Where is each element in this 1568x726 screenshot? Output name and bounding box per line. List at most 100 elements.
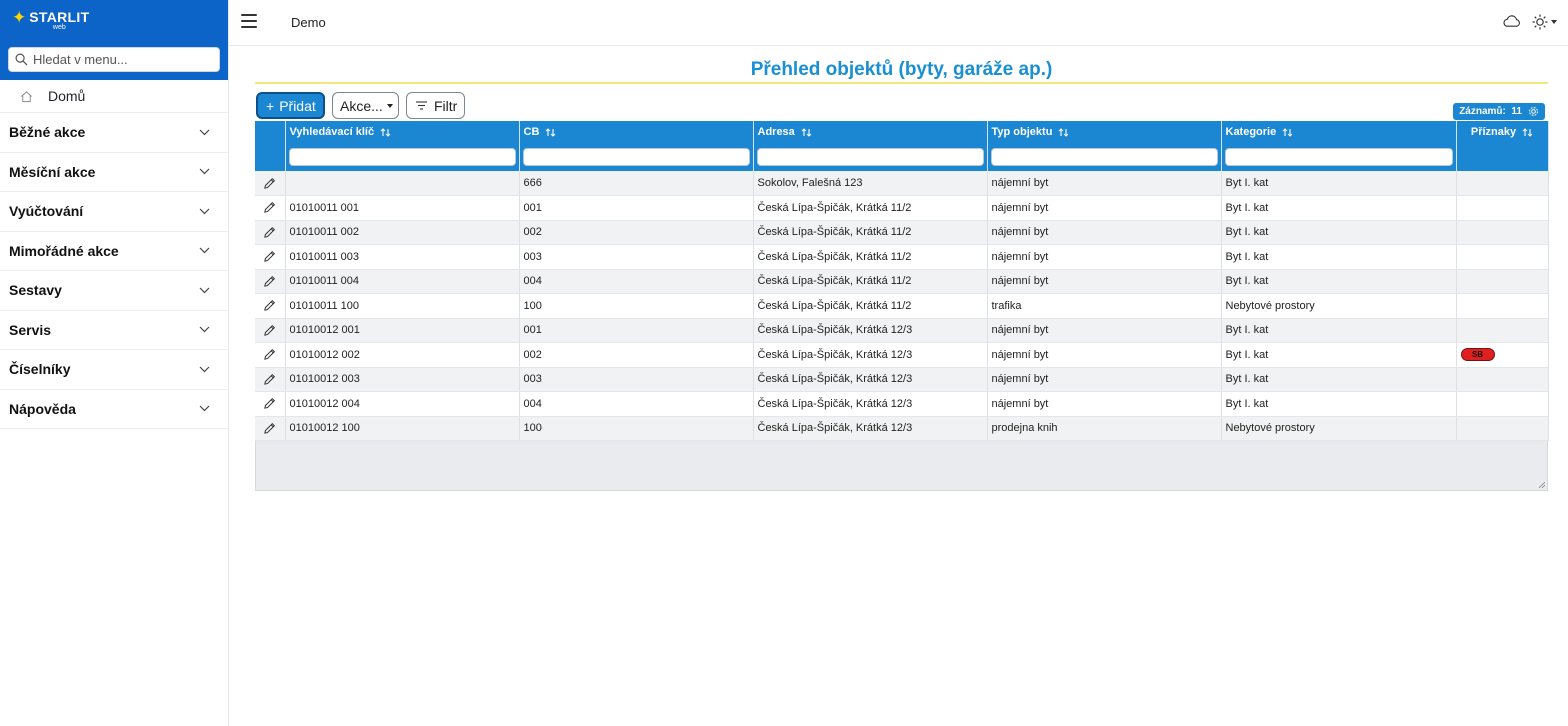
pencil-icon[interactable]	[263, 348, 276, 361]
records-count-badge[interactable]: Záznamů: 11	[1453, 103, 1545, 120]
filter-cell-kategorie	[1221, 145, 1457, 171]
sidebar-item-ciselniky[interactable]: Číselníky	[0, 350, 228, 390]
column-filter-input[interactable]	[522, 147, 750, 166]
sidebar-item-servis[interactable]: Servis	[0, 311, 228, 350]
sort-icon[interactable]	[1522, 127, 1533, 137]
cell-priznaky	[1456, 244, 1549, 270]
cell-adresa: Česká Lípa-Špičák, Krátká 11/2	[753, 269, 988, 294]
table-row[interactable]: 01010011 003 003 Česká Lípa-Špičák, Krátká…	[255, 244, 1549, 270]
sort-icon[interactable]	[1282, 127, 1293, 137]
pencil-icon[interactable]	[263, 422, 276, 435]
actions-dropdown-button[interactable]: Akce...	[332, 92, 399, 119]
chevron-down-icon	[199, 326, 210, 333]
column-header-label: Vyhledávací klíč	[289, 126, 375, 138]
sidebar-item-label: Sestavy	[9, 282, 62, 299]
menu-icon[interactable]	[241, 14, 257, 28]
app-title: Demo	[291, 15, 326, 30]
table-row[interactable]: 01010011 004 004 Česká Lípa-Špičák, Krátká…	[255, 269, 1549, 294]
sidebar-item-vyuctovani[interactable]: Vyúčtování	[0, 192, 228, 232]
sun-icon[interactable]	[1532, 14, 1548, 30]
column-header-priznaky[interactable]: Příznaky	[1456, 121, 1549, 145]
sort-icon[interactable]	[801, 127, 812, 137]
table-row[interactable]: 666 Sokolov, Falešná 123 nájemní byt Byt I.…	[255, 171, 1549, 196]
grid-footer	[255, 441, 1548, 491]
sidebar-item-mimoradne-akce[interactable]: Mimořádné akce	[0, 232, 228, 271]
filter-cell-typ-objektu	[987, 145, 1222, 171]
filter-button[interactable]: Filtr	[406, 92, 465, 119]
chevron-down-icon	[199, 168, 210, 175]
table-row[interactable]: 01010011 002 002 Česká Lípa-Špičák, Krátká…	[255, 220, 1549, 245]
table-row[interactable]: 01010012 100 100 Česká Lípa-Špičák, Krátká…	[255, 416, 1549, 441]
brand-name: STARLIT	[29, 9, 90, 25]
pencil-icon[interactable]	[263, 250, 276, 263]
sort-icon[interactable]	[380, 127, 391, 137]
chevron-down-icon	[199, 129, 210, 136]
table-row[interactable]: 01010011 100 100 Česká Lípa-Špičák, Krátká…	[255, 293, 1549, 319]
sidebar-item-sestavy[interactable]: Sestavy	[0, 271, 228, 311]
table-row[interactable]: 01010012 004 004 Česká Lípa-Špičák, Krátká…	[255, 391, 1549, 417]
cell-adresa: Sokolov, Falešná 123	[753, 171, 988, 196]
filter-row	[255, 145, 1549, 171]
cloud-icon[interactable]	[1502, 14, 1521, 28]
sidebar-item-label: Vyúčtování	[9, 203, 84, 220]
brand-logo[interactable]: ✦ STARLIT web	[0, 0, 228, 40]
cell-typ-objektu: prodejna knih	[987, 416, 1222, 441]
pencil-icon[interactable]	[263, 397, 276, 410]
pencil-icon[interactable]	[263, 177, 276, 190]
edit-cell	[255, 244, 286, 270]
theme-dropdown-caret-icon[interactable]	[1551, 20, 1557, 24]
gear-icon	[1529, 107, 1538, 116]
edit-cell	[255, 342, 286, 368]
sidebar-item-napoveda[interactable]: Nápověda	[0, 390, 228, 429]
column-header-adresa[interactable]: Adresa	[753, 121, 988, 145]
sort-icon[interactable]	[1058, 127, 1069, 137]
column-filter-input[interactable]	[756, 147, 984, 166]
cell-cb: 002	[519, 220, 754, 245]
pencil-icon[interactable]	[263, 324, 276, 337]
chevron-down-icon	[199, 287, 210, 294]
cell-kategorie: Nebytové prostory	[1221, 416, 1457, 441]
table-row[interactable]: 01010012 002 002 Česká Lípa-Špičák, Krátká…	[255, 342, 1549, 368]
filter-cell-priznaky	[1456, 145, 1549, 171]
resize-handle-icon[interactable]	[1539, 482, 1545, 488]
pencil-icon[interactable]	[263, 226, 276, 239]
edit-cell	[255, 391, 286, 417]
cell-kategorie: Byt I. kat	[1221, 342, 1457, 368]
header-row: Vyhledávací klíč CB Adresa Typ objektu Kateg…	[255, 121, 1549, 145]
caret-down-icon	[386, 103, 393, 108]
cell-cb: 003	[519, 244, 754, 270]
cell-vyhledavaci-klic	[285, 171, 520, 196]
pencil-icon[interactable]	[263, 373, 276, 386]
filter-icon	[416, 101, 427, 110]
cell-vyhledavaci-klic: 01010011 003	[285, 244, 520, 270]
cell-cb: 004	[519, 269, 754, 294]
column-header-label: Adresa	[757, 126, 795, 138]
sidebar-item-mesicni-akce[interactable]: Měsíční akce	[0, 153, 228, 192]
cell-kategorie: Byt I. kat	[1221, 269, 1457, 294]
pencil-icon[interactable]	[263, 275, 276, 288]
cell-priznaky	[1456, 195, 1549, 221]
table-row[interactable]: 01010012 003 003 Česká Lípa-Špičák, Krátká…	[255, 367, 1549, 392]
pencil-icon[interactable]	[263, 201, 276, 214]
objects-table: Vyhledávací klíč CB Adresa Typ objektu Kateg…	[255, 121, 1549, 441]
pencil-icon[interactable]	[263, 299, 276, 312]
column-filter-input[interactable]	[288, 147, 516, 166]
sidebar-item-home[interactable]: Domů	[0, 80, 228, 113]
column-header-cb[interactable]: CB	[519, 121, 754, 145]
column-filter-input[interactable]	[990, 147, 1218, 166]
sort-icon[interactable]	[545, 127, 556, 137]
add-button[interactable]: + Přidat	[256, 92, 325, 119]
cell-kategorie: Byt I. kat	[1221, 244, 1457, 270]
column-header-vyhledavaci-klic[interactable]: Vyhledávací klíč	[285, 121, 520, 145]
column-filter-input[interactable]	[1224, 147, 1453, 166]
cell-priznaky: SB	[1456, 342, 1549, 368]
menu-search-input[interactable]	[33, 48, 218, 71]
table-row[interactable]: 01010011 001 001 Česká Lípa-Špičák, Krátká…	[255, 195, 1549, 221]
cell-typ-objektu: nájemní byt	[987, 171, 1222, 196]
cell-vyhledavaci-klic: 01010012 004	[285, 391, 520, 417]
column-header-typ-objektu[interactable]: Typ objektu	[987, 121, 1222, 145]
table-row[interactable]: 01010012 001 001 Česká Lípa-Špičák, Krátká…	[255, 318, 1549, 343]
column-header-kategorie[interactable]: Kategorie	[1221, 121, 1457, 145]
cell-cb: 004	[519, 391, 754, 417]
sidebar-item-bezne-akce[interactable]: Běžné akce	[0, 113, 228, 153]
